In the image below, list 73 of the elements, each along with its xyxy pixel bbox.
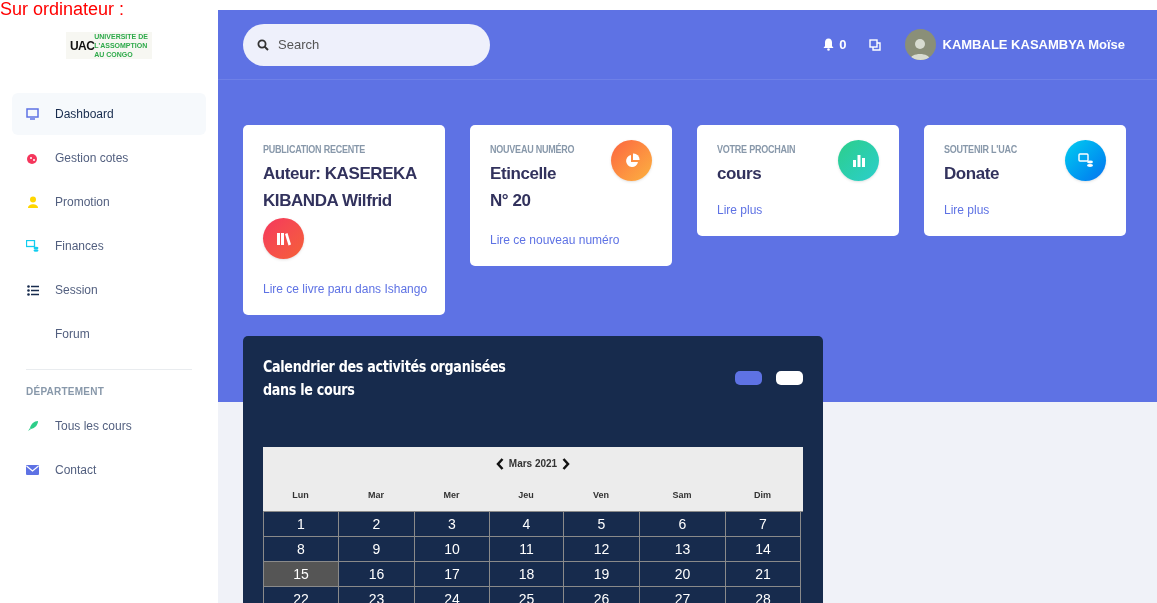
weekday-label: Sam — [671, 488, 693, 502]
sidebar-item[interactable]: Promotion — [12, 181, 206, 223]
card-label: NOUVEAU NUMÉRO — [490, 142, 576, 157]
read-more-link[interactable]: Lire plus — [717, 201, 879, 219]
view-toggle-button[interactable] — [735, 371, 762, 385]
sidebar-item[interactable]: Dashboard — [12, 93, 206, 135]
calendar-title: Calendrier des activités organisées dans le cours — [263, 357, 507, 401]
weekday-label: Ven — [592, 488, 610, 502]
weekday-label: Mar — [367, 488, 385, 502]
day-cell[interactable]: 19 — [564, 562, 640, 587]
day-cell[interactable]: 3 — [415, 512, 490, 537]
day-cell[interactable]: 12 — [564, 537, 640, 562]
day-cell[interactable]: 14 — [726, 537, 801, 562]
day-cell[interactable]: 17 — [415, 562, 490, 587]
month-label: Mars 2021 — [508, 457, 558, 471]
user-icon — [26, 196, 39, 208]
day-cell[interactable]: 13 — [640, 537, 726, 562]
pie-chart-icon — [611, 140, 652, 181]
weekday-label: Jeu — [517, 488, 535, 502]
day-cell[interactable]: 2 — [339, 512, 415, 537]
user-name[interactable]: KAMBALE KASAMBYA Moïse — [942, 34, 1125, 55]
screen-coins-icon — [1065, 140, 1106, 181]
sidebar-item[interactable]: Finances — [12, 225, 206, 267]
caption-text: Sur ordinateur : — [0, 0, 125, 18]
list-icon — [26, 284, 39, 296]
day-cell[interactable]: 16 — [339, 562, 415, 587]
card-title: Donate — [944, 163, 1000, 185]
card-label: VOTRE PROCHAIN — [717, 143, 797, 157]
day-cell[interactable]: 7 — [726, 512, 801, 537]
card-label: PUBLICATION RECENTE — [263, 143, 367, 157]
card-title: Auteur: KASEREKA KIBANDA Wilfrid — [263, 163, 417, 212]
day-cell[interactable]: 6 — [640, 512, 726, 537]
day-cell[interactable]: 20 — [640, 562, 726, 587]
view-toggle-button[interactable] — [776, 371, 803, 385]
sidebar-item[interactable]: Forum — [12, 313, 206, 355]
bar-chart-icon — [838, 140, 879, 181]
monitor-icon — [26, 108, 39, 120]
sidebar-item[interactable]: Contact — [12, 449, 206, 491]
day-cell[interactable]: 8 — [264, 537, 339, 562]
read-more-link[interactable]: Lire plus — [944, 201, 1106, 219]
envelope-icon — [26, 465, 39, 475]
read-more-link[interactable]: Lire ce nouveau numéro — [490, 231, 652, 249]
day-cell[interactable]: 5 — [564, 512, 640, 537]
user-avatar[interactable] — [904, 29, 936, 60]
day-cell[interactable]: 11 — [490, 537, 564, 562]
day-cell[interactable]: 9 — [339, 537, 415, 562]
windows-icon[interactable] — [868, 38, 881, 51]
screen-coins-icon — [26, 240, 39, 252]
day-cell[interactable]: 21 — [726, 562, 801, 587]
search-field[interactable]: Search — [243, 23, 490, 66]
day-cell[interactable]: 10 — [415, 537, 490, 562]
section-heading: DÉPARTEMENT — [25, 384, 106, 399]
next-month-icon[interactable] — [562, 457, 571, 470]
day-cell[interactable]: 18 — [490, 562, 564, 587]
card-label: SOUTENIR L'UAC — [944, 143, 1018, 157]
previous-month-icon[interactable] — [495, 457, 504, 470]
sidebar-item[interactable]: Tous les cours — [12, 405, 206, 447]
day-cell[interactable]: 4 — [490, 512, 564, 537]
card-title: Etincelle N° 20 — [490, 163, 557, 212]
weekday-label: Mer — [442, 488, 461, 502]
weekday-label: Dim — [753, 488, 772, 502]
sidebar-item[interactable]: Session — [12, 269, 206, 311]
card-title: cours — [717, 163, 762, 185]
sidebar-item[interactable]: Gestion cotes — [12, 137, 206, 179]
notifications-button[interactable]: 0 — [823, 34, 847, 55]
weekday-label: Lun — [291, 488, 310, 502]
books-icon — [263, 218, 304, 259]
logo-mark: UAC — [70, 38, 95, 53]
read-more-link[interactable]: Lire ce livre paru dans Ishango — [263, 280, 425, 298]
day-cell[interactable]: 15 — [264, 562, 339, 587]
day-cell[interactable]: 1 — [264, 512, 339, 537]
bell-icon — [823, 38, 835, 51]
search-icon — [257, 38, 269, 51]
